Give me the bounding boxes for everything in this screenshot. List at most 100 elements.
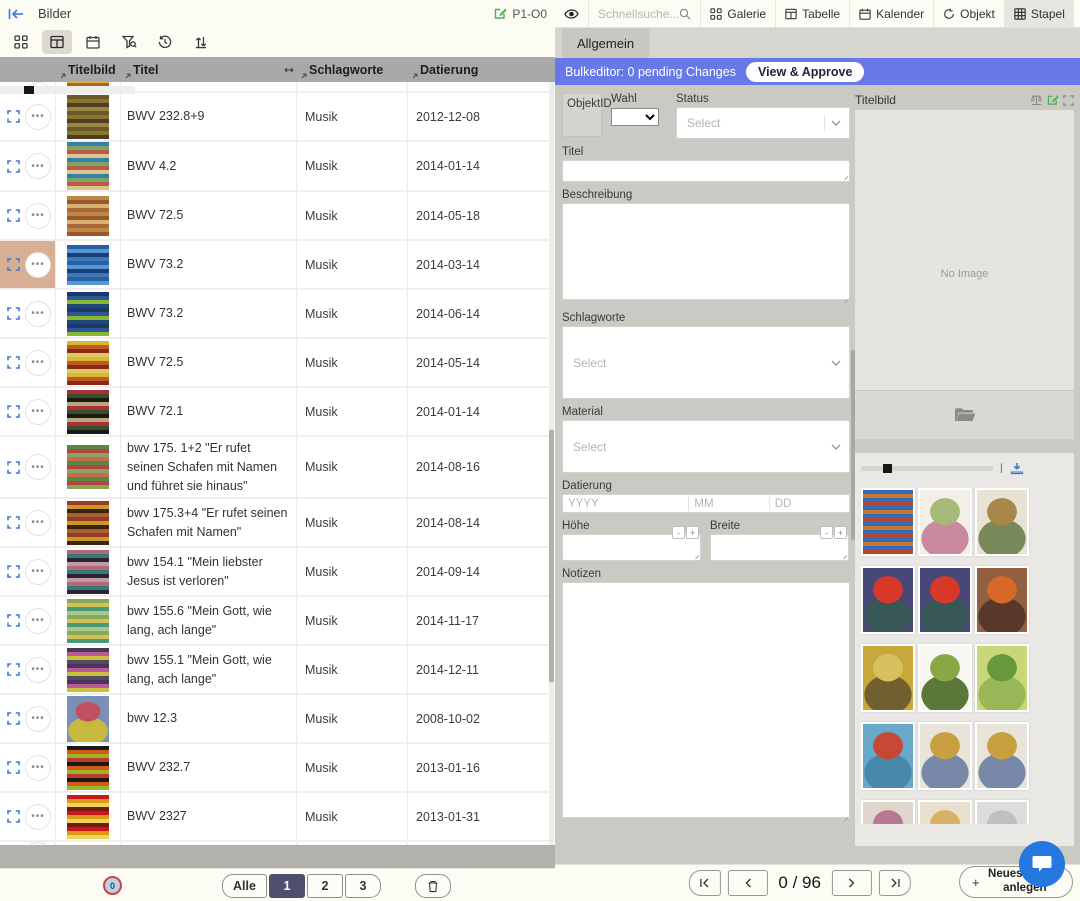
expand-icon[interactable]	[7, 663, 20, 676]
next-record-button[interactable]	[832, 870, 872, 896]
titel-input[interactable]	[562, 160, 850, 182]
expand-icon[interactable]	[7, 712, 20, 725]
row-thumbnail[interactable]	[55, 499, 120, 546]
expand-icon[interactable]	[7, 160, 20, 173]
grid-thumbnail[interactable]	[975, 800, 1029, 824]
table-vertical-scrollbar[interactable]	[549, 82, 554, 845]
row-thumbnail[interactable]	[55, 646, 120, 693]
table-view-icon[interactable]	[42, 30, 72, 54]
month-input[interactable]: MM	[688, 495, 768, 512]
expand-icon[interactable]	[7, 209, 20, 222]
material-select[interactable]: Select	[562, 420, 850, 473]
schlagworte-select[interactable]: Select	[562, 326, 850, 399]
grid-thumbnail[interactable]	[975, 644, 1029, 712]
thumb-zoom-slider[interactable]	[861, 466, 993, 471]
row-menu-button[interactable]: •••	[25, 350, 51, 376]
row-menu-button[interactable]: •••	[25, 454, 51, 480]
status-select[interactable]: Select	[676, 107, 850, 139]
row-thumbnail[interactable]	[55, 744, 120, 791]
notizen-textarea[interactable]	[562, 582, 850, 818]
grid-thumbnail[interactable]	[861, 800, 915, 824]
display-mode-icon[interactable]	[1074, 0, 1080, 27]
first-record-button[interactable]	[688, 870, 720, 896]
scale-icon[interactable]	[1030, 94, 1043, 106]
view-approve-button[interactable]: View & Approve	[746, 62, 864, 83]
nav-galerie[interactable]: Galerie	[700, 0, 775, 27]
filter-search-icon[interactable]	[114, 30, 144, 54]
row-thumbnail[interactable]	[55, 695, 120, 742]
grid-thumbnail[interactable]	[861, 722, 915, 790]
grid-thumbnail[interactable]	[918, 722, 972, 790]
previous-record-button[interactable]	[727, 870, 767, 896]
row-thumbnail[interactable]	[55, 793, 120, 840]
row-thumbnail[interactable]	[55, 388, 120, 435]
grid-thumbnail[interactable]	[918, 488, 972, 556]
fullscreen-icon[interactable]	[1063, 95, 1074, 106]
edit-icon[interactable]	[494, 7, 507, 20]
expand-icon[interactable]	[7, 761, 20, 774]
row-thumbnail[interactable]	[55, 597, 120, 644]
column-resize-icon[interactable]	[284, 66, 294, 74]
page-all-button[interactable]: Alle	[222, 874, 267, 898]
grid-thumbnail[interactable]	[918, 800, 972, 824]
expand-icon[interactable]	[7, 810, 20, 823]
decrement-button[interactable]: -	[820, 526, 833, 539]
nav-objekt[interactable]: Objekt	[933, 0, 1004, 27]
page-2-button[interactable]: 2	[307, 874, 343, 898]
expand-icon[interactable]	[7, 258, 20, 271]
row-menu-button[interactable]: •••	[25, 706, 51, 732]
row-thumbnail[interactable]	[55, 437, 120, 497]
year-input[interactable]: YYYY	[563, 495, 688, 512]
expand-icon[interactable]	[7, 565, 20, 578]
row-thumbnail[interactable]	[55, 290, 120, 337]
image-dropzone[interactable]	[855, 391, 1074, 439]
grid-thumbnail[interactable]	[975, 722, 1029, 790]
row-menu-button[interactable]: •••	[25, 399, 51, 425]
row-menu-button[interactable]: •••	[25, 608, 51, 634]
preview-eye-icon[interactable]	[555, 0, 588, 27]
row-thumbnail[interactable]	[55, 339, 120, 386]
row-menu-button[interactable]: •••	[25, 804, 51, 830]
collapse-back-icon[interactable]	[8, 8, 24, 20]
column-header-titelbild[interactable]: Titelbild	[55, 57, 120, 82]
row-thumbnail[interactable]	[55, 142, 120, 190]
column-header-datierung[interactable]: Datierung	[407, 57, 543, 82]
grid-thumbnail[interactable]	[975, 488, 1029, 556]
row-menu-button[interactable]: •••	[25, 842, 51, 845]
nav-tabelle[interactable]: Tabelle	[775, 0, 849, 27]
download-icon[interactable]	[1010, 462, 1024, 475]
row-thumbnail[interactable]	[55, 241, 120, 288]
increment-button[interactable]: +	[686, 526, 699, 539]
column-header-schlagworte[interactable]: Schlagworte	[296, 57, 407, 82]
row-menu-button[interactable]: •••	[25, 301, 51, 327]
delete-button[interactable]	[415, 874, 451, 898]
day-input[interactable]: DD	[769, 495, 849, 512]
grid-thumbnail[interactable]	[861, 566, 915, 634]
tab-allgemein[interactable]: Allgemein	[562, 28, 649, 58]
row-menu-button[interactable]: •••	[25, 755, 51, 781]
row-menu-button[interactable]: •••	[25, 559, 51, 585]
table-horizontal-scrollbar[interactable]	[0, 845, 555, 868]
chat-bubble-button[interactable]	[1019, 841, 1065, 887]
expand-icon[interactable]	[7, 356, 20, 369]
last-record-button[interactable]	[879, 870, 911, 896]
sort-icon[interactable]	[186, 30, 216, 54]
grid-thumbnail[interactable]	[861, 488, 915, 556]
calendar-view-icon[interactable]	[78, 30, 108, 54]
row-thumbnail[interactable]	[55, 548, 120, 595]
gallery-view-icon[interactable]	[6, 30, 36, 54]
nav-kalender[interactable]: Kalender	[849, 0, 933, 27]
grid-thumbnail[interactable]	[918, 644, 972, 712]
history-icon[interactable]	[150, 30, 180, 54]
expand-icon[interactable]	[7, 405, 20, 418]
expand-icon[interactable]	[7, 110, 20, 123]
grid-thumbnail[interactable]	[975, 566, 1029, 634]
increment-button[interactable]: +	[834, 526, 847, 539]
edit-image-icon[interactable]	[1047, 94, 1059, 106]
row-menu-button[interactable]: •••	[25, 153, 51, 179]
slider-knob[interactable]	[883, 464, 892, 473]
row-menu-button[interactable]: •••	[25, 510, 51, 536]
row-thumbnail[interactable]	[55, 192, 120, 239]
grid-thumbnail[interactable]	[861, 644, 915, 712]
expand-icon[interactable]	[7, 516, 20, 529]
